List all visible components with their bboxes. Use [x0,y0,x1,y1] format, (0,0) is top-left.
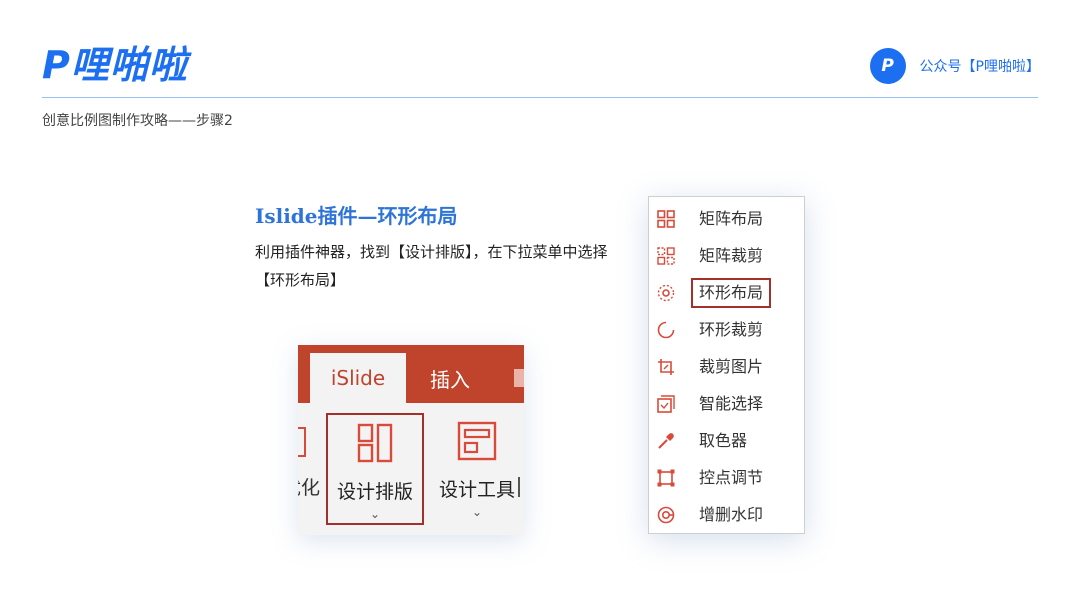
design-layout-label: 设计排版 [336,481,413,503]
design-tools-icon [457,421,497,461]
tab-islide[interactable]: iSlide [310,353,406,403]
design-layout-menu: 矩阵布局 矩阵裁剪 环形布局 环形裁剪 裁剪图片 智能选择 取色器 控点调节 增… [648,196,805,534]
handle-adjust-icon [657,469,675,487]
menu-item-label: 增删水印 [699,505,764,524]
menu-item-smart-select[interactable]: 智能选择 [649,386,806,422]
chevron-down-icon: ⌄ [369,507,381,521]
section-description: 利用插件神器，找到【设计排版】，在下拉菜单中选择【环形布局】 [255,243,608,289]
menu-item-label: 控点调节 [699,468,764,487]
account-avatar: P [869,48,906,84]
ring-layout-icon [657,284,675,302]
tab-insert[interactable]: 插入 [430,353,470,403]
menu-item-handle-adjust[interactable]: 控点调节 [649,460,806,496]
header-divider [42,97,1038,98]
crop-image-icon [658,359,674,375]
ring-crop-icon [657,321,675,339]
menu-item-ring-crop[interactable]: 环形裁剪 [649,312,806,348]
brand-logo: P哩啪啦 [42,38,188,92]
account-label: 公众号【P哩啪啦】 [919,59,1040,75]
page-subtitle: 创意比例图制作攻略——步骤2 [42,113,233,129]
menu-item-label: 智能选择 [699,394,764,413]
color-picker-icon [658,433,674,449]
optimize-icon [298,427,306,457]
section-heading: Islide插件—环形布局 [255,204,458,228]
design-tools-button[interactable]: 设计工具 ⌄ [428,413,524,525]
ribbon-edge [518,477,520,497]
matrix-crop-icon [657,247,675,265]
menu-item-crop-image[interactable]: 裁剪图片 [649,349,806,385]
watermark-icon [657,506,675,524]
grid-layout-icon [357,423,393,463]
menu-item-matrix-crop[interactable]: 矩阵裁剪 [649,238,806,274]
menu-item-color-picker[interactable]: 取色器 [649,423,806,459]
matrix-layout-icon [657,210,675,228]
smart-select-icon [657,395,675,413]
account-badge[interactable]: P 公众号【P哩啪啦】 [869,48,1040,84]
menu-item-ring-layout[interactable]: 环形布局 [649,275,806,311]
menu-item-label: 环形布局 [691,278,772,308]
menu-item-label: 矩阵布局 [699,209,764,228]
menu-item-label: 环形裁剪 [699,320,764,339]
design-layout-button[interactable]: 设计排版 ⌄ [326,413,424,525]
ribbon-screenshot: iSlide 插入 优化 设计排版 ⌄ 设计工具 ⌄ [298,345,524,535]
tab-partial [514,369,524,387]
menu-item-matrix-layout[interactable]: 矩阵布局 [649,201,806,237]
menu-item-label: 裁剪图片 [699,357,764,376]
chevron-down-icon: ⌄ [471,505,483,519]
menu-item-label: 取色器 [699,431,748,450]
design-tools-label: 设计工具 [438,479,515,501]
menu-item-watermark[interactable]: 增删水印 [649,497,806,533]
brand-logo-text: P哩啪啦 [42,43,188,87]
optimize-button-label[interactable]: 优化 [298,473,320,500]
menu-item-label: 矩阵裁剪 [699,246,764,265]
